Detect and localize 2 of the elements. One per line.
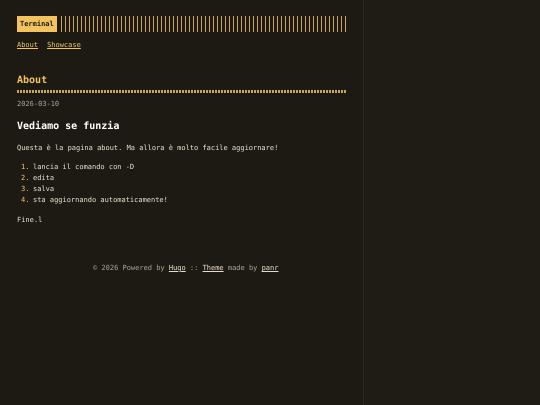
post-heading: Vediamo se funzia	[17, 121, 120, 132]
page-title: About	[17, 75, 48, 86]
